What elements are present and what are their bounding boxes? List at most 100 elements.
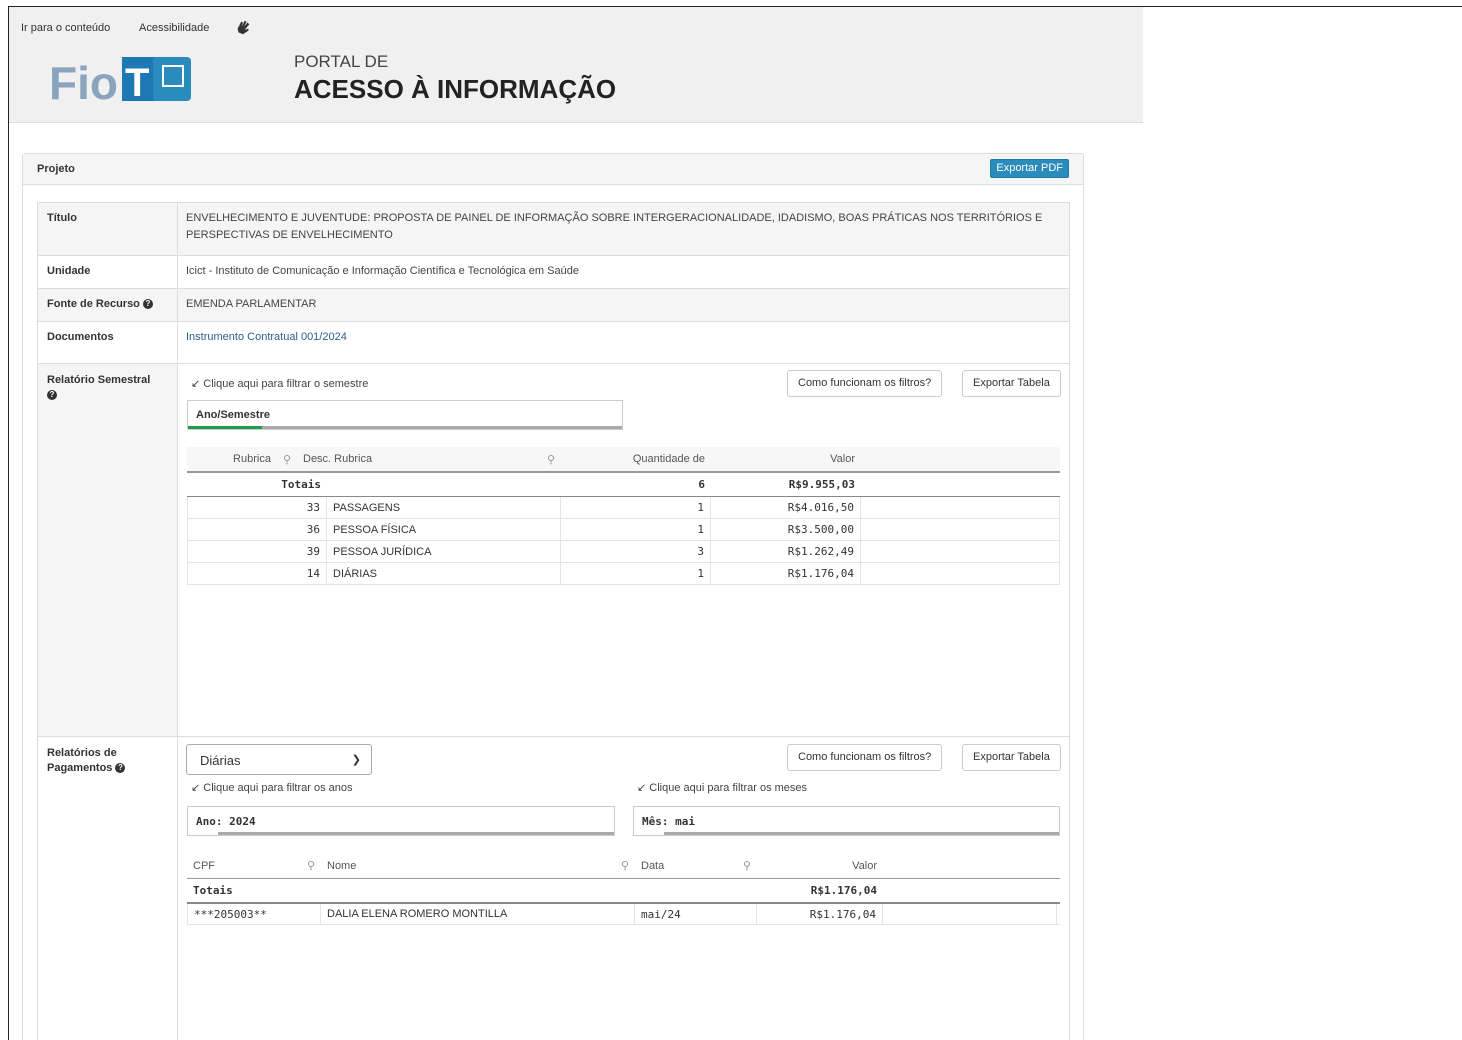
rubrica-table: Rubrica ⚲ Desc. Rubrica ⚲ Quantidade de Va…: [187, 447, 1060, 585]
rubrica-totals-row: Totais 6 R$9.955,03: [187, 473, 1060, 497]
col-nome-label: Nome: [327, 859, 357, 872]
col-cpf-label: CPF: [193, 859, 215, 872]
payment-type-select[interactable]: Diárias ❯: [186, 744, 372, 775]
cpf-cell: ***205003**: [187, 904, 321, 924]
meses-hint[interactable]: ↙ Clique aqui para filtrar os meses: [637, 781, 807, 794]
accessibility-link[interactable]: Acessibilidade: [139, 22, 209, 34]
question-circle-icon[interactable]: ?: [115, 763, 126, 774]
col-rubrica-label: Rubrica: [233, 453, 271, 465]
pag-totals-value: R$1.176,04: [810, 884, 877, 897]
pagamentos-label-cell: Relatórios de Pagamentos ?: [38, 737, 178, 1040]
table-row[interactable]: 14 DIÁRIAS 1 R$1.176,04: [187, 563, 1060, 585]
quantidade-cell: 3: [561, 541, 711, 562]
meses-hint-text: Clique aqui para filtrar os meses: [649, 782, 808, 794]
panel-title: Projeto: [37, 163, 75, 175]
pagamentos-totals-row: Totais R$1.176,04: [187, 879, 1060, 903]
unidade-label: Unidade: [38, 256, 178, 288]
documentos-label: Documentos: [38, 322, 178, 363]
quantidade-cell: 1: [561, 563, 711, 584]
export-table-button-2[interactable]: Exportar Tabela: [962, 744, 1061, 771]
search-icon[interactable]: ⚲: [621, 859, 629, 872]
mes-filter-label: Mês: mai: [642, 815, 695, 828]
semestral-label: Relatório Semestral: [47, 374, 151, 386]
svg-text:Fio: Fio: [49, 57, 118, 107]
rubrica-table-header: Rubrica ⚲ Desc. Rubrica ⚲ Quantidade de Va…: [187, 447, 1060, 473]
ano-filter-label: Ano: 2024: [196, 815, 256, 828]
col-nome[interactable]: Nome ⚲: [321, 853, 635, 878]
row-documentos: Documentos Instrumento Contratual 001/20…: [38, 321, 1069, 363]
col-cpf[interactable]: CPF ⚲: [187, 853, 321, 878]
pagamentos-label: Relatórios de Pagamentos: [47, 747, 117, 774]
desc-rubrica-cell: PESSOA JURÍDICA: [327, 541, 561, 562]
valor-cell: R$4.016,50: [711, 497, 861, 518]
search-icon[interactable]: ⚲: [283, 453, 291, 466]
export-table-button[interactable]: Exportar Tabela: [962, 370, 1061, 397]
question-circle-icon[interactable]: ?: [142, 299, 153, 310]
totals-empty: [327, 473, 561, 496]
site-header: Ir para o conteúdo Acessibilidade Fio T …: [9, 7, 1143, 123]
sign-language-hand-icon[interactable]: [234, 18, 252, 36]
portal-subtitle: PORTAL DE: [294, 52, 389, 71]
mes-filter[interactable]: Mês: mai: [633, 806, 1060, 836]
nome-cell: DALIA ELENA ROMERO MONTILLA: [321, 904, 635, 924]
empty-cell: [861, 563, 1060, 584]
empty-cell: [861, 541, 1060, 562]
skip-to-content-link[interactable]: Ir para o conteúdo: [21, 22, 110, 34]
desc-rubrica-cell: DIÁRIAS: [327, 563, 561, 584]
pagamentos-rows: ***205003** DALIA ELENA ROMERO MONTILLA ma…: [187, 903, 1060, 925]
documento-link[interactable]: Instrumento Contratual 001/2024: [186, 331, 347, 343]
ano-semestre-filter-label: Ano/Semestre: [196, 409, 270, 421]
col-valor[interactable]: Valor: [711, 447, 861, 471]
col-desc-rubrica[interactable]: Desc. Rubrica ⚲: [297, 447, 561, 471]
export-pdf-button[interactable]: Exportar PDF: [990, 159, 1069, 178]
project-panel: Projeto Exportar PDF Título ENVELHECIMEN…: [22, 153, 1084, 1040]
valor-cell: R$1.176,04: [757, 904, 883, 924]
ano-filter[interactable]: Ano: 2024: [187, 806, 615, 836]
valor-cell: R$1.262,49: [711, 541, 861, 562]
titulo-label: Título: [38, 203, 178, 255]
table-row[interactable]: 33 PASSAGENS 1 R$4.016,50: [187, 497, 1060, 519]
how-filters-work-button-2[interactable]: Como funcionam os filtros?: [787, 744, 943, 771]
anos-hint[interactable]: ↙ Clique aqui para filtrar os anos: [191, 781, 352, 794]
table-row[interactable]: 36 PESSOA FÍSICA 1 R$3.500,00: [187, 519, 1060, 541]
portal-title: ACESSO À INFORMAÇÃO: [294, 74, 617, 104]
totals-qty: 6: [698, 478, 705, 491]
valor-cell: R$3.500,00: [711, 519, 861, 540]
payment-type-value: Diárias: [200, 753, 241, 768]
rubrica-cell: 14: [187, 563, 327, 584]
table-row[interactable]: ***205003** DALIA ELENA ROMERO MONTILLA ma…: [187, 903, 1060, 925]
frame-left-line: [8, 6, 9, 1040]
col-rubrica[interactable]: Rubrica ⚲: [187, 447, 297, 471]
rubrica-cell: 33: [187, 497, 327, 518]
filter-bar-gray: [664, 832, 1059, 835]
search-icon[interactable]: ⚲: [307, 859, 315, 872]
quantidade-cell: 1: [561, 519, 711, 540]
search-icon[interactable]: ⚲: [547, 453, 555, 466]
search-icon[interactable]: ⚲: [743, 859, 751, 872]
col-data[interactable]: Data ⚲: [635, 853, 757, 878]
desc-rubrica-cell: PESSOA FÍSICA: [327, 519, 561, 540]
valor-cell: R$1.176,04: [711, 563, 861, 584]
data-cell: mai/24: [635, 904, 757, 924]
question-circle-icon[interactable]: ?: [47, 390, 57, 401]
col-valor-pag[interactable]: Valor: [757, 853, 883, 878]
filter-bar-green: [188, 426, 262, 429]
fonte-label: Fonte de Recurso: [47, 298, 140, 310]
rubrica-cell: 39: [187, 541, 327, 562]
fiotec-logo[interactable]: Fio T: [49, 52, 194, 109]
col-quantidade[interactable]: Quantidade de: [561, 447, 711, 471]
table-row[interactable]: 39 PESSOA JURÍDICA 3 R$1.262,49: [187, 541, 1060, 563]
fonte-label-cell: Fonte de Recurso ?: [38, 289, 178, 321]
semestral-label-cell: Relatório Semestral?: [38, 364, 178, 736]
row-unidade: Unidade Icict - Instituto de Comunicação…: [38, 255, 1069, 288]
ano-semestre-filter[interactable]: Ano/Semestre: [187, 400, 623, 430]
anos-hint-text: Clique aqui para filtrar os anos: [203, 782, 353, 794]
chevron-down-icon: ❯: [351, 754, 361, 766]
documentos-value-cell: Instrumento Contratual 001/2024: [178, 322, 1069, 363]
how-filters-work-button[interactable]: Como funcionam os filtros?: [787, 370, 943, 397]
pagamentos-table: CPF ⚲ Nome ⚲ Data ⚲ Valor Totais R$1.176,04…: [187, 853, 1060, 925]
totals-value: R$9.955,03: [788, 478, 855, 491]
svg-text:T: T: [125, 61, 149, 105]
semestre-hint[interactable]: ↙ Clique aqui para filtrar o semestre: [191, 377, 368, 390]
fonte-value: EMENDA PARLAMENTAR: [186, 298, 317, 310]
